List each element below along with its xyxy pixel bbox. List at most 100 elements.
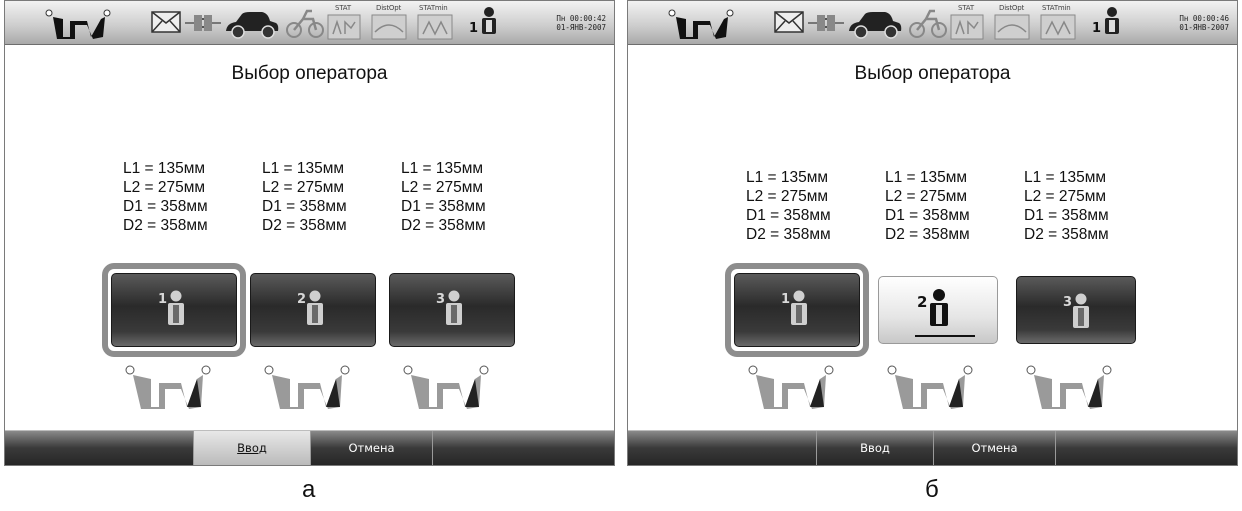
softkey-4[interactable]: [1056, 431, 1237, 465]
operator-number: 2: [917, 293, 928, 311]
wheel-balancer-logo-icon: [668, 9, 734, 39]
enter-button[interactable]: Ввод: [194, 431, 311, 465]
plug-icon[interactable]: [808, 12, 844, 34]
screen-b: STAT DistOpt STATmin 1 Пн 00:00:46 01-ЯН…: [627, 0, 1238, 466]
motorcycle-icon[interactable]: [908, 7, 948, 39]
param-d1: D1 = 358мм: [123, 198, 208, 215]
param-l2: L2 = 275мм: [262, 179, 345, 196]
param-l2: L2 = 275мм: [401, 179, 484, 196]
param-l1: L1 = 135мм: [746, 169, 829, 186]
param-l1: L1 = 135мм: [401, 160, 484, 177]
param-d2: D2 = 358мм: [262, 217, 347, 234]
softkey-4[interactable]: [433, 431, 614, 465]
statmin-icon[interactable]: [1040, 14, 1076, 40]
selection-underline: [915, 335, 975, 337]
weekday-time: Пн 00:00:46: [1179, 14, 1229, 23]
wheel-profile-icon: [125, 365, 211, 409]
param-d2: D2 = 358мм: [746, 226, 831, 243]
statmin-icon[interactable]: [417, 14, 453, 40]
param-d2: D2 = 358мм: [401, 217, 486, 234]
person-icon: [168, 290, 184, 325]
param-l1: L1 = 135мм: [1024, 169, 1107, 186]
operator-1-button[interactable]: 1: [734, 273, 860, 347]
person-icon: [307, 290, 323, 325]
wheel-profile-icon: [748, 365, 834, 409]
param-l2: L2 = 275мм: [1024, 188, 1107, 205]
status-bar: STAT DistOpt STATmin 1 Пн 00:00:42 01-ЯН…: [5, 1, 614, 45]
stat-icon[interactable]: [327, 14, 361, 40]
param-d1: D1 = 358мм: [885, 207, 970, 224]
bottom-bar: Ввод Отмена: [5, 430, 614, 465]
distopt-icon[interactable]: [371, 14, 407, 40]
param-l2: L2 = 275мм: [885, 188, 968, 205]
distopt-label: DistOpt: [999, 4, 1025, 12]
operator-number: 2: [297, 292, 307, 307]
operator-3-button[interactable]: 3: [1016, 276, 1136, 344]
weekday-time: Пн 00:00:42: [556, 14, 606, 23]
softkey-1[interactable]: [628, 431, 817, 465]
wheel-balancer-logo-icon: [45, 9, 111, 39]
stat-label: STAT: [335, 4, 351, 12]
operator-icon[interactable]: [480, 6, 498, 36]
page-title: Выбор оператора: [854, 63, 1011, 84]
operator-3-params: L1 = 135мм L2 = 275мм D1 = 358мм D2 = 35…: [1024, 168, 1109, 244]
envelope-icon[interactable]: [151, 11, 181, 33]
operator-3-params: L1 = 135мм L2 = 275мм D1 = 358мм D2 = 35…: [401, 159, 486, 235]
person-icon: [791, 290, 807, 325]
param-l2: L2 = 275мм: [123, 179, 206, 196]
stat-label: STAT: [958, 4, 974, 12]
person-icon: [446, 290, 462, 325]
operator-3-button[interactable]: 3: [389, 273, 515, 347]
operator-number: 1: [158, 292, 168, 307]
person-icon: [930, 289, 948, 326]
date: 01-ЯНВ-2007: [1179, 23, 1229, 32]
operator-icon[interactable]: [1103, 6, 1121, 36]
operator-1-params: L1 = 135мм L2 = 275мм D1 = 358мм D2 = 35…: [123, 159, 208, 235]
operator-2-button[interactable]: 2: [878, 276, 998, 344]
param-l1: L1 = 135мм: [885, 169, 968, 186]
operator-number: 1: [1092, 21, 1102, 36]
screen-a: STAT DistOpt STATmin 1 Пн 00:00:42 01-ЯН…: [4, 0, 615, 466]
param-l1: L1 = 135мм: [262, 160, 345, 177]
operator-number: 1: [781, 292, 791, 307]
enter-button[interactable]: Ввод: [817, 431, 934, 465]
wheel-profile-icon: [887, 365, 973, 409]
page-title: Выбор оператора: [231, 63, 388, 84]
param-d1: D1 = 358мм: [1024, 207, 1109, 224]
operator-2-params: L1 = 135мм L2 = 275мм D1 = 358мм D2 = 35…: [262, 159, 347, 235]
softkey-1[interactable]: [5, 431, 194, 465]
distopt-icon[interactable]: [994, 14, 1030, 40]
stat-icon[interactable]: [950, 14, 984, 40]
envelope-icon[interactable]: [774, 11, 804, 33]
distopt-label: DistOpt: [376, 4, 402, 12]
figure-label-b: б: [925, 476, 939, 503]
wheel-profile-icon: [264, 365, 350, 409]
param-d2: D2 = 358мм: [1024, 226, 1109, 243]
statmin-label: STATmin: [1042, 4, 1071, 12]
plug-icon[interactable]: [185, 12, 221, 34]
car-icon[interactable]: [847, 9, 903, 41]
param-d1: D1 = 358мм: [262, 198, 347, 215]
param-l2: L2 = 275мм: [746, 188, 829, 205]
cancel-button[interactable]: Отмена: [311, 431, 433, 465]
wheel-profile-icon: [403, 365, 489, 409]
operator-1-params: L1 = 135мм L2 = 275мм D1 = 358мм D2 = 35…: [746, 168, 831, 244]
operator-2-button[interactable]: 2: [250, 273, 376, 347]
date: 01-ЯНВ-2007: [556, 23, 606, 32]
operator-2-params: L1 = 135мм L2 = 275мм D1 = 358мм D2 = 35…: [885, 168, 970, 244]
wheel-profile-icon: [1026, 365, 1112, 409]
param-d1: D1 = 358мм: [746, 207, 831, 224]
person-icon: [1073, 293, 1089, 328]
car-icon[interactable]: [224, 9, 280, 41]
datetime: Пн 00:00:46 01-ЯНВ-2007: [1179, 14, 1229, 32]
operator-1-button[interactable]: 1: [111, 273, 237, 347]
operator-number: 3: [1063, 295, 1073, 310]
operator-number: 1: [469, 21, 479, 36]
motorcycle-icon[interactable]: [285, 7, 325, 39]
datetime: Пн 00:00:42 01-ЯНВ-2007: [556, 14, 606, 32]
param-d1: D1 = 358мм: [401, 198, 486, 215]
param-d2: D2 = 358мм: [885, 226, 970, 243]
operator-number: 3: [436, 292, 446, 307]
cancel-button[interactable]: Отмена: [934, 431, 1056, 465]
figure-label-a: а: [302, 476, 316, 503]
